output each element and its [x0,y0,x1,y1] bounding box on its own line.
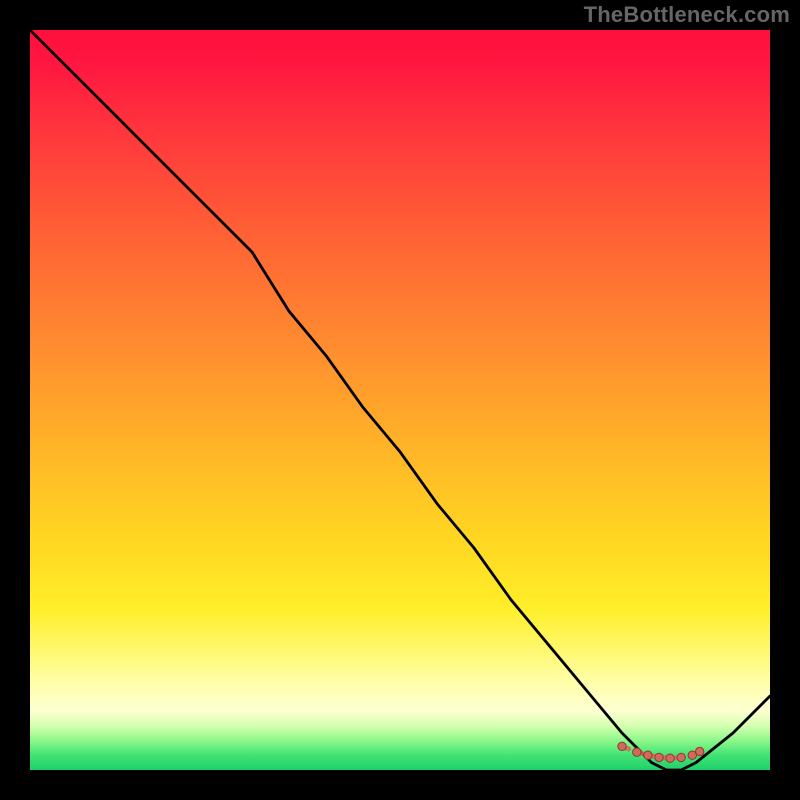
optimal-range-markers [30,30,770,770]
plot-area [30,30,770,770]
chart-frame: TheBottleneck.com [0,0,800,800]
watermark-text: TheBottleneck.com [584,2,790,28]
